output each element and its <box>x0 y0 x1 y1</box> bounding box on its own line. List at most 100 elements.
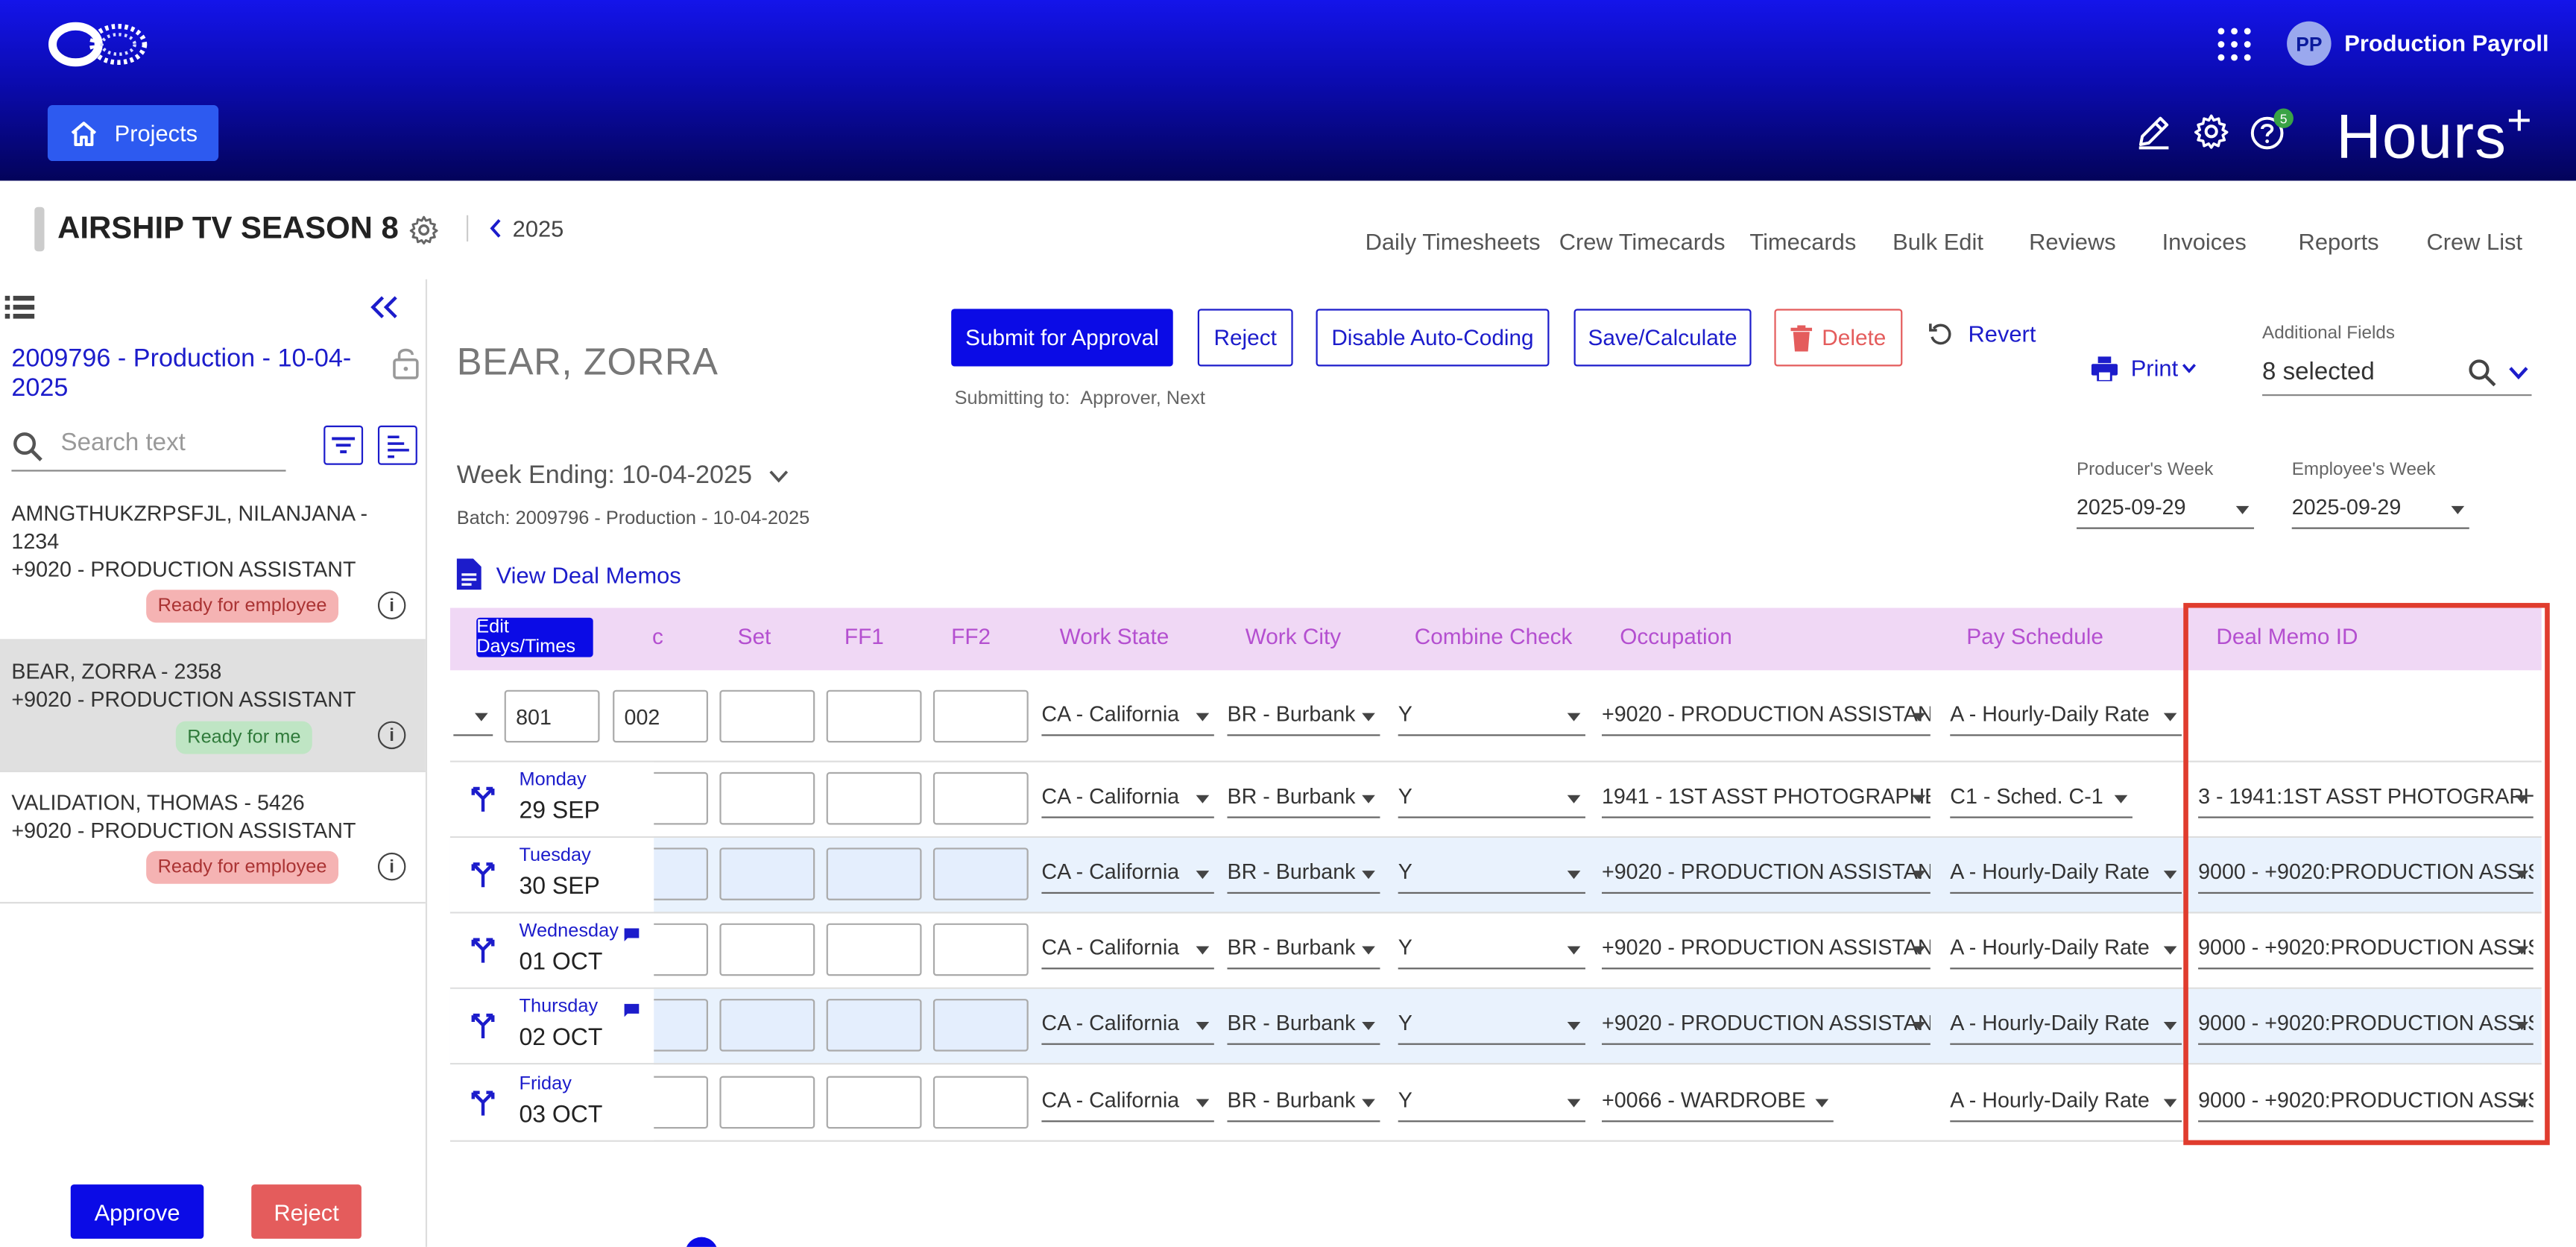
disable-auto-coding-button[interactable]: Disable Auto-Coding <box>1316 309 1550 367</box>
employees-week-select[interactable]: 2025-09-29 <box>2291 490 2469 529</box>
combine-check-select[interactable]: Y <box>1398 854 1585 894</box>
filter-button[interactable] <box>323 425 364 465</box>
work-city-select[interactable]: BR - Burbank <box>1227 1006 1380 1045</box>
set-input[interactable] <box>719 847 815 900</box>
work-state-select[interactable]: CA - California <box>1041 779 1214 818</box>
gear-icon[interactable] <box>2191 112 2231 151</box>
split-icon[interactable] <box>468 1011 498 1041</box>
combine-check-select[interactable]: Y <box>1398 697 1585 736</box>
ff2-input[interactable] <box>932 771 1029 825</box>
nav-crew-timecards[interactable]: Crew Timecards <box>1559 228 1726 254</box>
work-city-select[interactable]: BR - Burbank <box>1227 930 1380 970</box>
work-city-select[interactable]: BR - Burbank <box>1227 697 1380 736</box>
day-label[interactable]: Thursday <box>519 997 598 1017</box>
column-header-work-state[interactable]: Work State <box>1060 625 1169 649</box>
nav-reviews[interactable]: Reviews <box>2029 228 2116 254</box>
combine-check-select[interactable]: Y <box>1398 779 1585 818</box>
occupation-select[interactable]: 1941 - 1ST ASST PHOTOGRAPHER <box>1601 779 1931 818</box>
pay-schedule-select[interactable]: A - Hourly-Daily Rate <box>1950 854 2182 894</box>
work-state-select[interactable]: CA - California <box>1041 1006 1214 1045</box>
day-label[interactable]: Monday <box>519 771 586 790</box>
occupation-select[interactable]: +0066 - WARDROBE <box>1601 1083 1834 1123</box>
column-header-occupation[interactable]: Occupation <box>1620 625 1732 649</box>
ff2-input[interactable] <box>932 847 1029 900</box>
column-header-epi[interactable]: c <box>652 625 663 649</box>
chevron-down-icon[interactable] <box>2509 367 2528 380</box>
nav-daily-timesheets[interactable]: Daily Timesheets <box>1366 228 1541 254</box>
avatar[interactable]: PP <box>2287 21 2332 66</box>
list-icon[interactable] <box>4 295 35 319</box>
apps-grid-icon[interactable] <box>2217 28 2251 61</box>
collapse-icon[interactable] <box>370 294 400 321</box>
column-header-combine-check[interactable]: Combine Check <box>1415 625 1573 649</box>
pay-schedule-select[interactable]: A - Hourly-Daily Rate <box>1950 1083 2182 1123</box>
column-header-work-city[interactable]: Work City <box>1246 625 1341 649</box>
work-city-select[interactable]: BR - Burbank <box>1227 1083 1380 1123</box>
ff2-input[interactable] <box>932 1076 1029 1129</box>
row-expand-select[interactable] <box>453 697 493 736</box>
pencil-icon[interactable] <box>2134 112 2174 151</box>
column-header-pay-schedule[interactable]: Pay Schedule <box>1966 625 2103 649</box>
set-input[interactable] <box>719 1076 815 1129</box>
nav-invoices[interactable]: Invoices <box>2162 228 2247 254</box>
view-deal-memos-link[interactable]: View Deal Memos <box>456 558 681 590</box>
set-input[interactable] <box>719 923 815 976</box>
work-state-select[interactable]: CA - California <box>1041 854 1214 894</box>
edit-days-times-button[interactable]: Edit Days/Times <box>476 617 593 657</box>
projects-button[interactable]: Projects <box>47 105 219 162</box>
batch-title[interactable]: 2009796 - Production - 10-04-2025 <box>11 345 376 404</box>
ff1-input[interactable] <box>826 923 922 976</box>
ff1-input[interactable] <box>826 999 922 1052</box>
split-icon[interactable] <box>468 783 498 813</box>
day-label[interactable]: Tuesday <box>519 846 590 865</box>
set-input[interactable] <box>719 689 815 743</box>
revert-button[interactable]: Revert <box>1927 321 2036 347</box>
approve-button[interactable]: Approve <box>70 1184 204 1239</box>
user-name[interactable]: Production Payroll <box>2344 30 2548 56</box>
column-header-ff1[interactable]: FF1 <box>845 625 884 649</box>
occupation-select[interactable]: +9020 - PRODUCTION ASSISTANT <box>1601 854 1931 894</box>
nav-timecards[interactable]: Timecards <box>1749 228 1856 254</box>
column-header-set[interactable]: Set <box>738 625 771 649</box>
nav-reports[interactable]: Reports <box>2299 228 2379 254</box>
additional-fields-select[interactable]: 8 selected <box>2262 358 2532 397</box>
nav-crew-list[interactable]: Crew List <box>2426 228 2522 254</box>
combine-check-select[interactable]: Y <box>1398 1083 1585 1123</box>
nav-bulk-edit[interactable]: Bulk Edit <box>1892 228 1983 254</box>
logo-icon[interactable] <box>46 16 161 72</box>
column-header-ff2[interactable]: FF2 <box>951 625 991 649</box>
sort-button[interactable] <box>377 425 417 465</box>
combine-check-select[interactable]: Y <box>1398 930 1585 970</box>
employee-item[interactable]: BEAR, ZORRA - 2358 +9020 - PRODUCTION AS… <box>0 640 426 772</box>
pay-schedule-select[interactable]: A - Hourly-Daily Rate <box>1950 930 2182 970</box>
scroll-indicator[interactable] <box>685 1237 719 1247</box>
ff1-input[interactable] <box>826 847 922 900</box>
submit-for-approval-button[interactable]: Submit for Approval <box>951 309 1173 367</box>
search-input[interactable] <box>57 427 288 458</box>
work-city-select[interactable]: BR - Burbank <box>1227 779 1380 818</box>
print-button[interactable]: Print <box>2091 355 2197 381</box>
work-state-select[interactable]: CA - California <box>1041 930 1214 970</box>
occupation-select[interactable]: +9020 - PRODUCTION ASSISTANT <box>1601 930 1931 970</box>
reject-employee-button[interactable]: Reject <box>251 1184 362 1239</box>
work-state-select[interactable]: CA - California <box>1041 1083 1214 1123</box>
employee-item[interactable]: VALIDATION, THOMAS - 5426 +9020 - PRODUC… <box>0 772 426 904</box>
split-icon[interactable] <box>468 859 498 889</box>
set-input[interactable] <box>719 999 815 1052</box>
chat-icon[interactable] <box>624 928 640 941</box>
occupation-select[interactable]: +9020 - PRODUCTION ASSISTANT <box>1601 697 1931 736</box>
info-icon[interactable]: i <box>377 721 406 750</box>
info-icon[interactable]: i <box>377 852 406 881</box>
pay-schedule-select[interactable]: C1 - Sched. C-1 <box>1950 779 2133 818</box>
save-calculate-button[interactable]: Save/Calculate <box>1573 309 1752 367</box>
work-state-select[interactable]: CA - California <box>1041 697 1214 736</box>
ff2-input[interactable] <box>932 923 1029 976</box>
employee-item[interactable]: AMNGTHUKZRPSFJL, NILANJANA - 1234 +9020 … <box>0 493 426 641</box>
day-label[interactable]: Friday <box>519 1074 571 1093</box>
combine-check-select[interactable]: Y <box>1398 1006 1585 1045</box>
split-icon[interactable] <box>468 1087 498 1117</box>
delete-button[interactable]: Delete <box>1774 309 1903 367</box>
episode-input[interactable]: 002 <box>613 689 708 743</box>
work-city-select[interactable]: BR - Burbank <box>1227 854 1380 894</box>
ff2-input[interactable] <box>932 689 1029 743</box>
